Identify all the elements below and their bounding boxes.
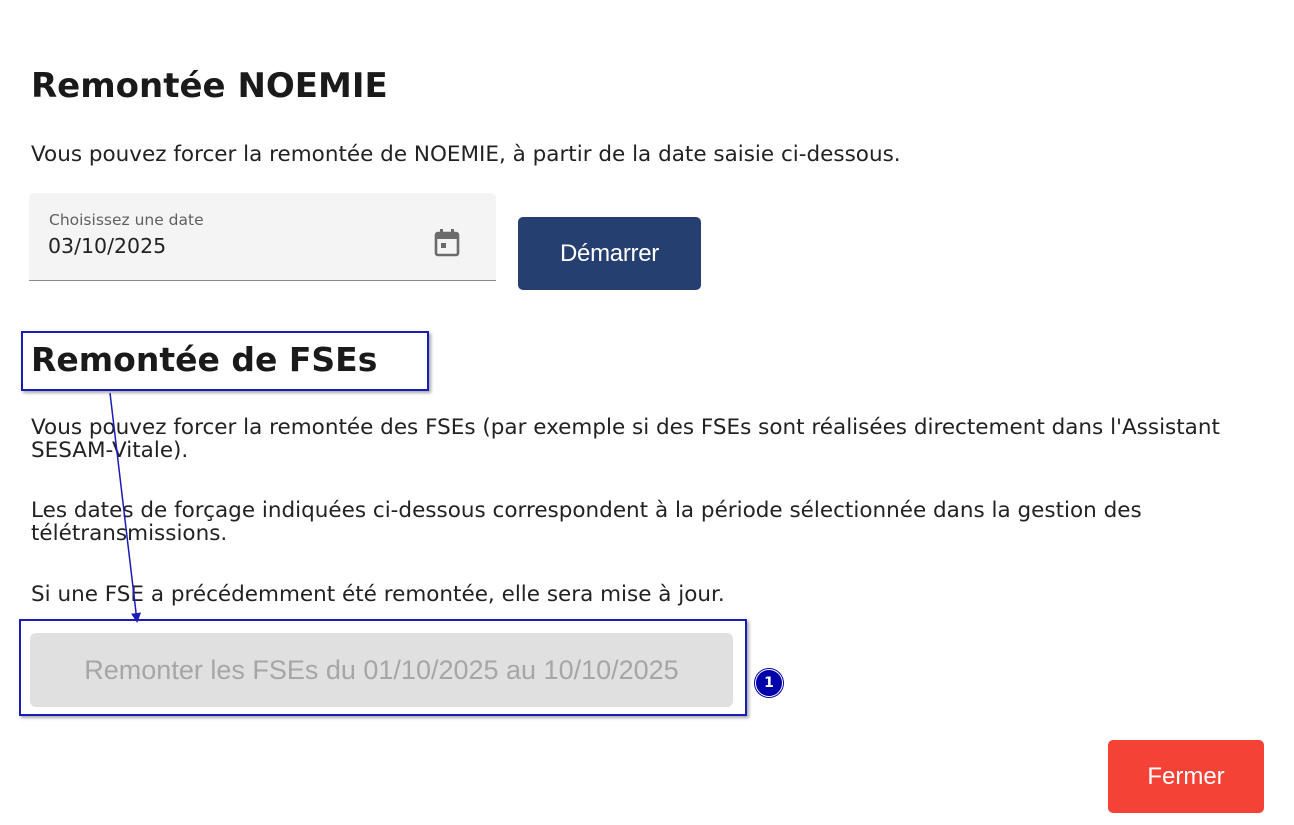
start-button[interactable]: Démarrer — [518, 217, 701, 290]
remonter-fses-button[interactable]: Remonter les FSEs du 01/10/2025 au 10/10… — [30, 633, 733, 707]
close-button[interactable]: Fermer — [1108, 740, 1264, 813]
fse-description-2: Les dates de forçage indiquées ci-dessou… — [31, 498, 1142, 546]
noemie-section-title: Remontée NOEMIE — [31, 66, 388, 106]
noemie-fse-dialog: Remontée NOEMIE Vous pouvez forcer la re… — [0, 0, 1294, 825]
fse-description-3: Si une FSE a précédemment été remontée, … — [31, 582, 725, 607]
date-field-label: Choisissez une date — [49, 211, 204, 229]
fse-description-1: Vous pouvez forcer la remontée des FSEs … — [31, 415, 1220, 463]
noemie-description: Vous pouvez forcer la remontée de NOEMIE… — [31, 142, 901, 167]
annotation-badge: 1 — [755, 669, 783, 697]
date-input[interactable] — [48, 234, 428, 258]
calendar-icon[interactable] — [433, 228, 461, 258]
date-picker-field[interactable]: Choisissez une date — [29, 193, 496, 281]
fse-section-title: Remontée de FSEs — [31, 340, 378, 379]
